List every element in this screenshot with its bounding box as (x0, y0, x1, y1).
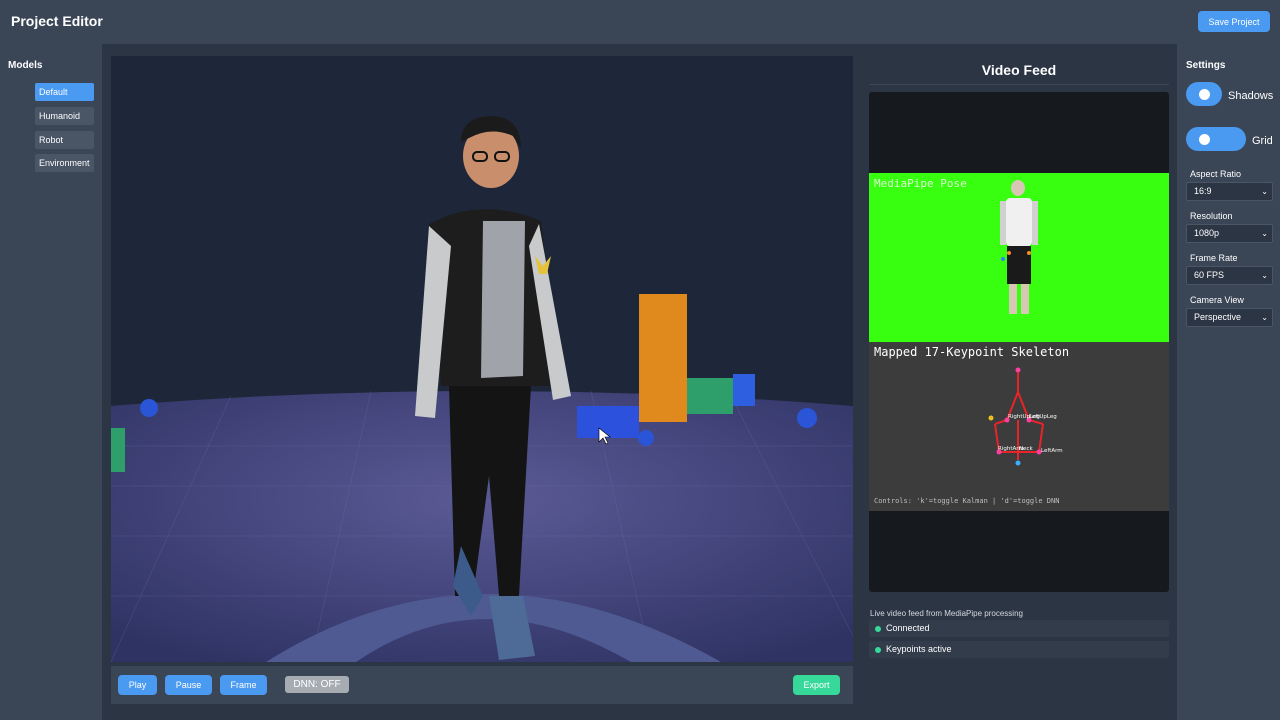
frame-rate-select[interactable]: 60 FPS ⌄ (1186, 266, 1273, 285)
frame-rate-label: Frame Rate (1190, 253, 1238, 263)
status-label: Keypoints active (886, 644, 952, 654)
feed-caption: Live video feed from MediaPipe processin… (870, 609, 1023, 618)
camera-view-select[interactable]: Perspective ⌄ (1186, 308, 1273, 327)
scene-illustration (111, 116, 853, 662)
shadows-label: Shadows (1228, 90, 1274, 102)
video-feed-frame: MediaPipe Pose Mapped 17-Keypoint Skelet… (869, 92, 1169, 592)
3d-viewport[interactable] (111, 56, 853, 662)
app-header: Project Editor Save Project (0, 0, 1280, 44)
pose-figure (1000, 180, 1038, 314)
toggle-knob (1199, 89, 1210, 100)
mediapipe-pose-view: MediaPipe Pose (869, 173, 1169, 342)
status-label: Connected (886, 623, 930, 633)
skeleton-view: Mapped 17-Keypoint Skeleton RightUpLeg L… (869, 342, 1169, 511)
pause-button[interactable]: Pause (165, 675, 212, 695)
resolution-value: 1080p (1194, 228, 1220, 238)
grid-label: Grid (1252, 135, 1273, 147)
aspect-ratio-select[interactable]: 16:9 ⌄ (1186, 182, 1273, 201)
keypoint-label-neck: Neck (1019, 446, 1034, 452)
aspect-ratio-field: Aspect Ratio 16:9 ⌄ (1186, 169, 1273, 209)
frame-rate-field: Frame Rate 60 FPS ⌄ (1186, 253, 1273, 293)
save-project-button[interactable]: Save Project (1198, 11, 1270, 32)
camera-view-label: Camera View (1190, 295, 1244, 305)
frame-rate-value: 60 FPS (1194, 270, 1225, 280)
status-keypoints: Keypoints active (869, 641, 1169, 658)
chevron-down-icon: ⌄ (1261, 229, 1268, 238)
camera-view-field: Camera View Perspective ⌄ (1186, 295, 1273, 335)
model-item-default[interactable]: Default (35, 83, 94, 101)
status-dot-icon (875, 647, 881, 653)
video-feed-title: Video Feed (981, 62, 1057, 78)
models-sidebar: Models Default Humanoid Robot Environmen… (0, 44, 102, 720)
aspect-ratio-label: Aspect Ratio (1190, 169, 1242, 179)
model-item-environment[interactable]: Environment (35, 154, 94, 172)
status-connected: Connected (869, 620, 1169, 637)
camera-view-value: Perspective (1194, 312, 1242, 322)
grid-toggle[interactable] (1186, 127, 1246, 151)
export-button[interactable]: Export (793, 675, 840, 695)
model-item-robot[interactable]: Robot (35, 131, 94, 149)
status-dot-icon (875, 626, 881, 632)
chevron-down-icon: ⌄ (1261, 313, 1268, 322)
dnn-toggle-button[interactable]: DNN: OFF (285, 676, 349, 693)
video-divider (869, 84, 1169, 85)
chevron-down-icon: ⌄ (1261, 187, 1268, 196)
controls-hint: Controls: 'k'=toggle Kalman | 'd'=toggle… (874, 497, 1060, 505)
frame-button[interactable]: Frame (220, 675, 267, 695)
keypoint-skeleton-figure: RightUpLeg LeftUpLeg RightArm Neck LeftA… (988, 367, 1063, 466)
keypoint-label-leftupleg: LeftUpLeg (1029, 414, 1057, 420)
aspect-ratio-value: 16:9 (1194, 186, 1212, 196)
toggle-knob (1199, 134, 1210, 145)
play-button[interactable]: Play (118, 675, 157, 695)
resolution-field: Resolution 1080p ⌄ (1186, 211, 1273, 251)
app-title: Project Editor (11, 13, 103, 29)
resolution-select[interactable]: 1080p ⌄ (1186, 224, 1273, 243)
models-title: Models (8, 60, 43, 71)
settings-title: Settings (1186, 60, 1226, 71)
playback-toolbar: Play Pause Frame DNN: OFF Export (111, 666, 853, 704)
keypoint-label-leftarm: LeftArm (1041, 448, 1063, 454)
resolution-label: Resolution (1190, 211, 1233, 221)
model-item-humanoid[interactable]: Humanoid (35, 107, 94, 125)
chevron-down-icon: ⌄ (1261, 271, 1268, 280)
shadows-toggle[interactable] (1186, 82, 1222, 106)
